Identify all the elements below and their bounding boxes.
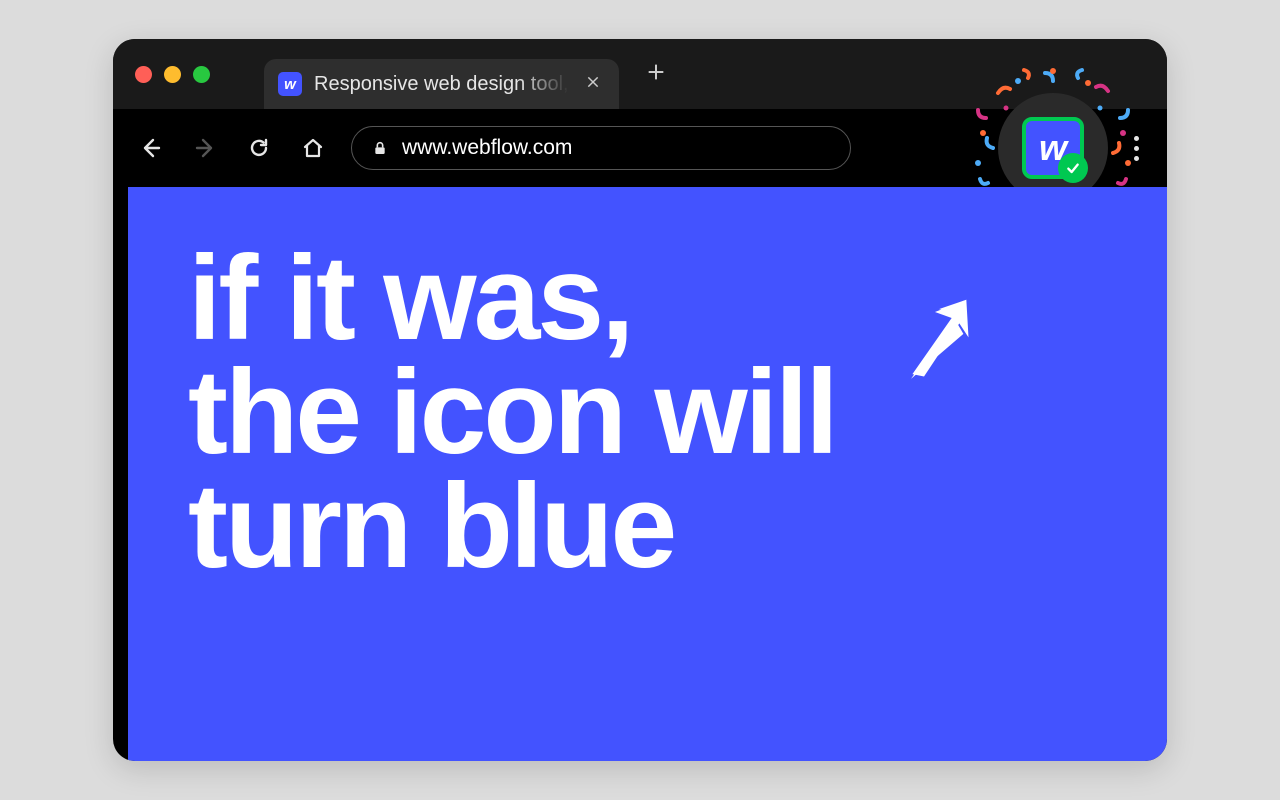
toolbar-right: w — [998, 113, 1145, 183]
home-button[interactable] — [297, 132, 329, 164]
reload-icon — [247, 136, 271, 160]
back-button[interactable] — [135, 132, 167, 164]
url-text: www.webflow.com — [402, 136, 572, 160]
browser-tab[interactable]: w Responsive web design tool, C — [264, 59, 619, 109]
webflow-extension-icon: w — [1022, 117, 1084, 179]
cursor-pointer-graphic — [876, 274, 1004, 406]
toolbar: www.webflow.com — [113, 109, 1167, 187]
arrow-right-icon — [193, 136, 217, 160]
address-bar[interactable]: www.webflow.com — [351, 126, 851, 170]
tab-title: Responsive web design tool, C — [314, 73, 569, 96]
check-icon — [1065, 160, 1081, 176]
window-controls — [135, 66, 210, 83]
forward-button[interactable] — [189, 132, 221, 164]
lock-icon — [372, 139, 388, 157]
close-window-button[interactable] — [135, 66, 152, 83]
browser-menu-button[interactable] — [1128, 130, 1145, 167]
plus-icon — [645, 61, 667, 83]
checkmark-badge — [1058, 153, 1088, 183]
arrow-left-icon — [139, 136, 163, 160]
home-icon — [301, 136, 325, 160]
close-icon — [585, 74, 601, 90]
reload-button[interactable] — [243, 132, 275, 164]
new-tab-button[interactable] — [633, 53, 679, 96]
browser-window: w Responsive web design tool, C — [113, 39, 1167, 761]
dot-icon — [1134, 136, 1139, 141]
close-tab-button[interactable] — [581, 72, 605, 97]
tab-favicon: w — [278, 72, 302, 96]
maximize-window-button[interactable] — [193, 66, 210, 83]
minimize-window-button[interactable] — [164, 66, 181, 83]
tab-strip: w Responsive web design tool, C — [113, 39, 1167, 109]
cursor-arrow-icon — [876, 274, 1003, 401]
dot-icon — [1134, 146, 1139, 151]
dot-icon — [1134, 156, 1139, 161]
page-content: if it was, the icon will turn blue — [128, 187, 1167, 761]
